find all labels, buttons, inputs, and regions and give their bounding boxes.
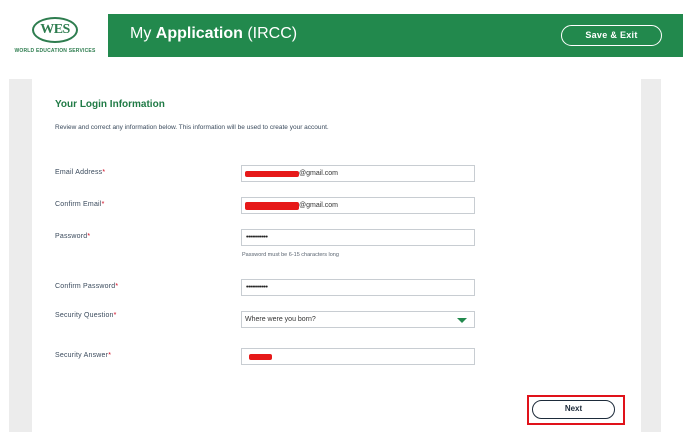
required-marker: * [102, 169, 106, 176]
next-button[interactable]: Next [532, 400, 615, 419]
email-label: Email Address* [55, 169, 105, 176]
password-field[interactable]: ••••••••••• [241, 229, 475, 246]
confirm-email-value: @gmail.com [299, 202, 339, 209]
security-answer-label: Security Answer* [55, 352, 111, 359]
logo-text: WES [40, 22, 70, 37]
confirm-password-label-text: Confirm Password [55, 283, 116, 290]
confirm-email-label: Confirm Email* [55, 201, 105, 208]
required-marker: * [115, 283, 119, 290]
email-field[interactable]: @gmail.com [241, 165, 475, 182]
save-exit-button[interactable]: Save & Exit [561, 25, 662, 46]
password-label: Password* [55, 233, 90, 240]
required-marker: * [101, 201, 105, 208]
password-value: ••••••••••• [246, 234, 268, 241]
header-bar: My Application (IRCC) Save & Exit [108, 14, 683, 57]
email-value: @gmail.com [299, 170, 339, 177]
confirm-email-field[interactable]: @gmail.com [241, 197, 475, 214]
redaction-mark [249, 354, 272, 360]
security-answer-label-text: Security Answer [55, 352, 109, 359]
right-gutter [641, 79, 661, 432]
redaction-mark [245, 202, 299, 210]
logo-subtitle: WORLD EDUCATION SERVICES [14, 48, 96, 54]
section-description: Review and correct any information below… [55, 124, 329, 131]
redaction-mark [245, 171, 299, 177]
confirm-email-label-text: Confirm Email [55, 201, 102, 208]
left-gutter [9, 79, 32, 432]
section-title: Your Login Information [55, 99, 165, 110]
security-question-select[interactable]: Where were you born? [241, 311, 475, 328]
confirm-password-value: ••••••••••• [246, 284, 268, 291]
required-marker: * [87, 233, 91, 240]
security-answer-field[interactable] [241, 348, 475, 365]
email-label-text: Email Address [55, 169, 103, 176]
confirm-password-field[interactable]: ••••••••••• [241, 279, 475, 296]
security-question-value: Where were you born? [245, 316, 316, 323]
security-question-label: Security Question* [55, 312, 117, 319]
security-question-label-text: Security Question [55, 312, 114, 319]
title-bold: Application [155, 25, 243, 42]
wes-logo[interactable]: WES WORLD EDUCATION SERVICES [0, 14, 108, 57]
title-prefix: My [130, 25, 156, 42]
title-suffix: (IRCC) [242, 25, 298, 42]
password-hint: Password must be 6-15 characters long [242, 252, 339, 258]
page-title: My Application (IRCC) [130, 25, 297, 43]
confirm-password-label: Confirm Password* [55, 283, 118, 290]
required-marker: * [113, 312, 117, 319]
chevron-down-icon[interactable] [457, 318, 467, 323]
required-marker: * [108, 352, 112, 359]
app-header: WES WORLD EDUCATION SERVICES My Applicat… [0, 0, 683, 57]
password-label-text: Password [55, 233, 88, 240]
